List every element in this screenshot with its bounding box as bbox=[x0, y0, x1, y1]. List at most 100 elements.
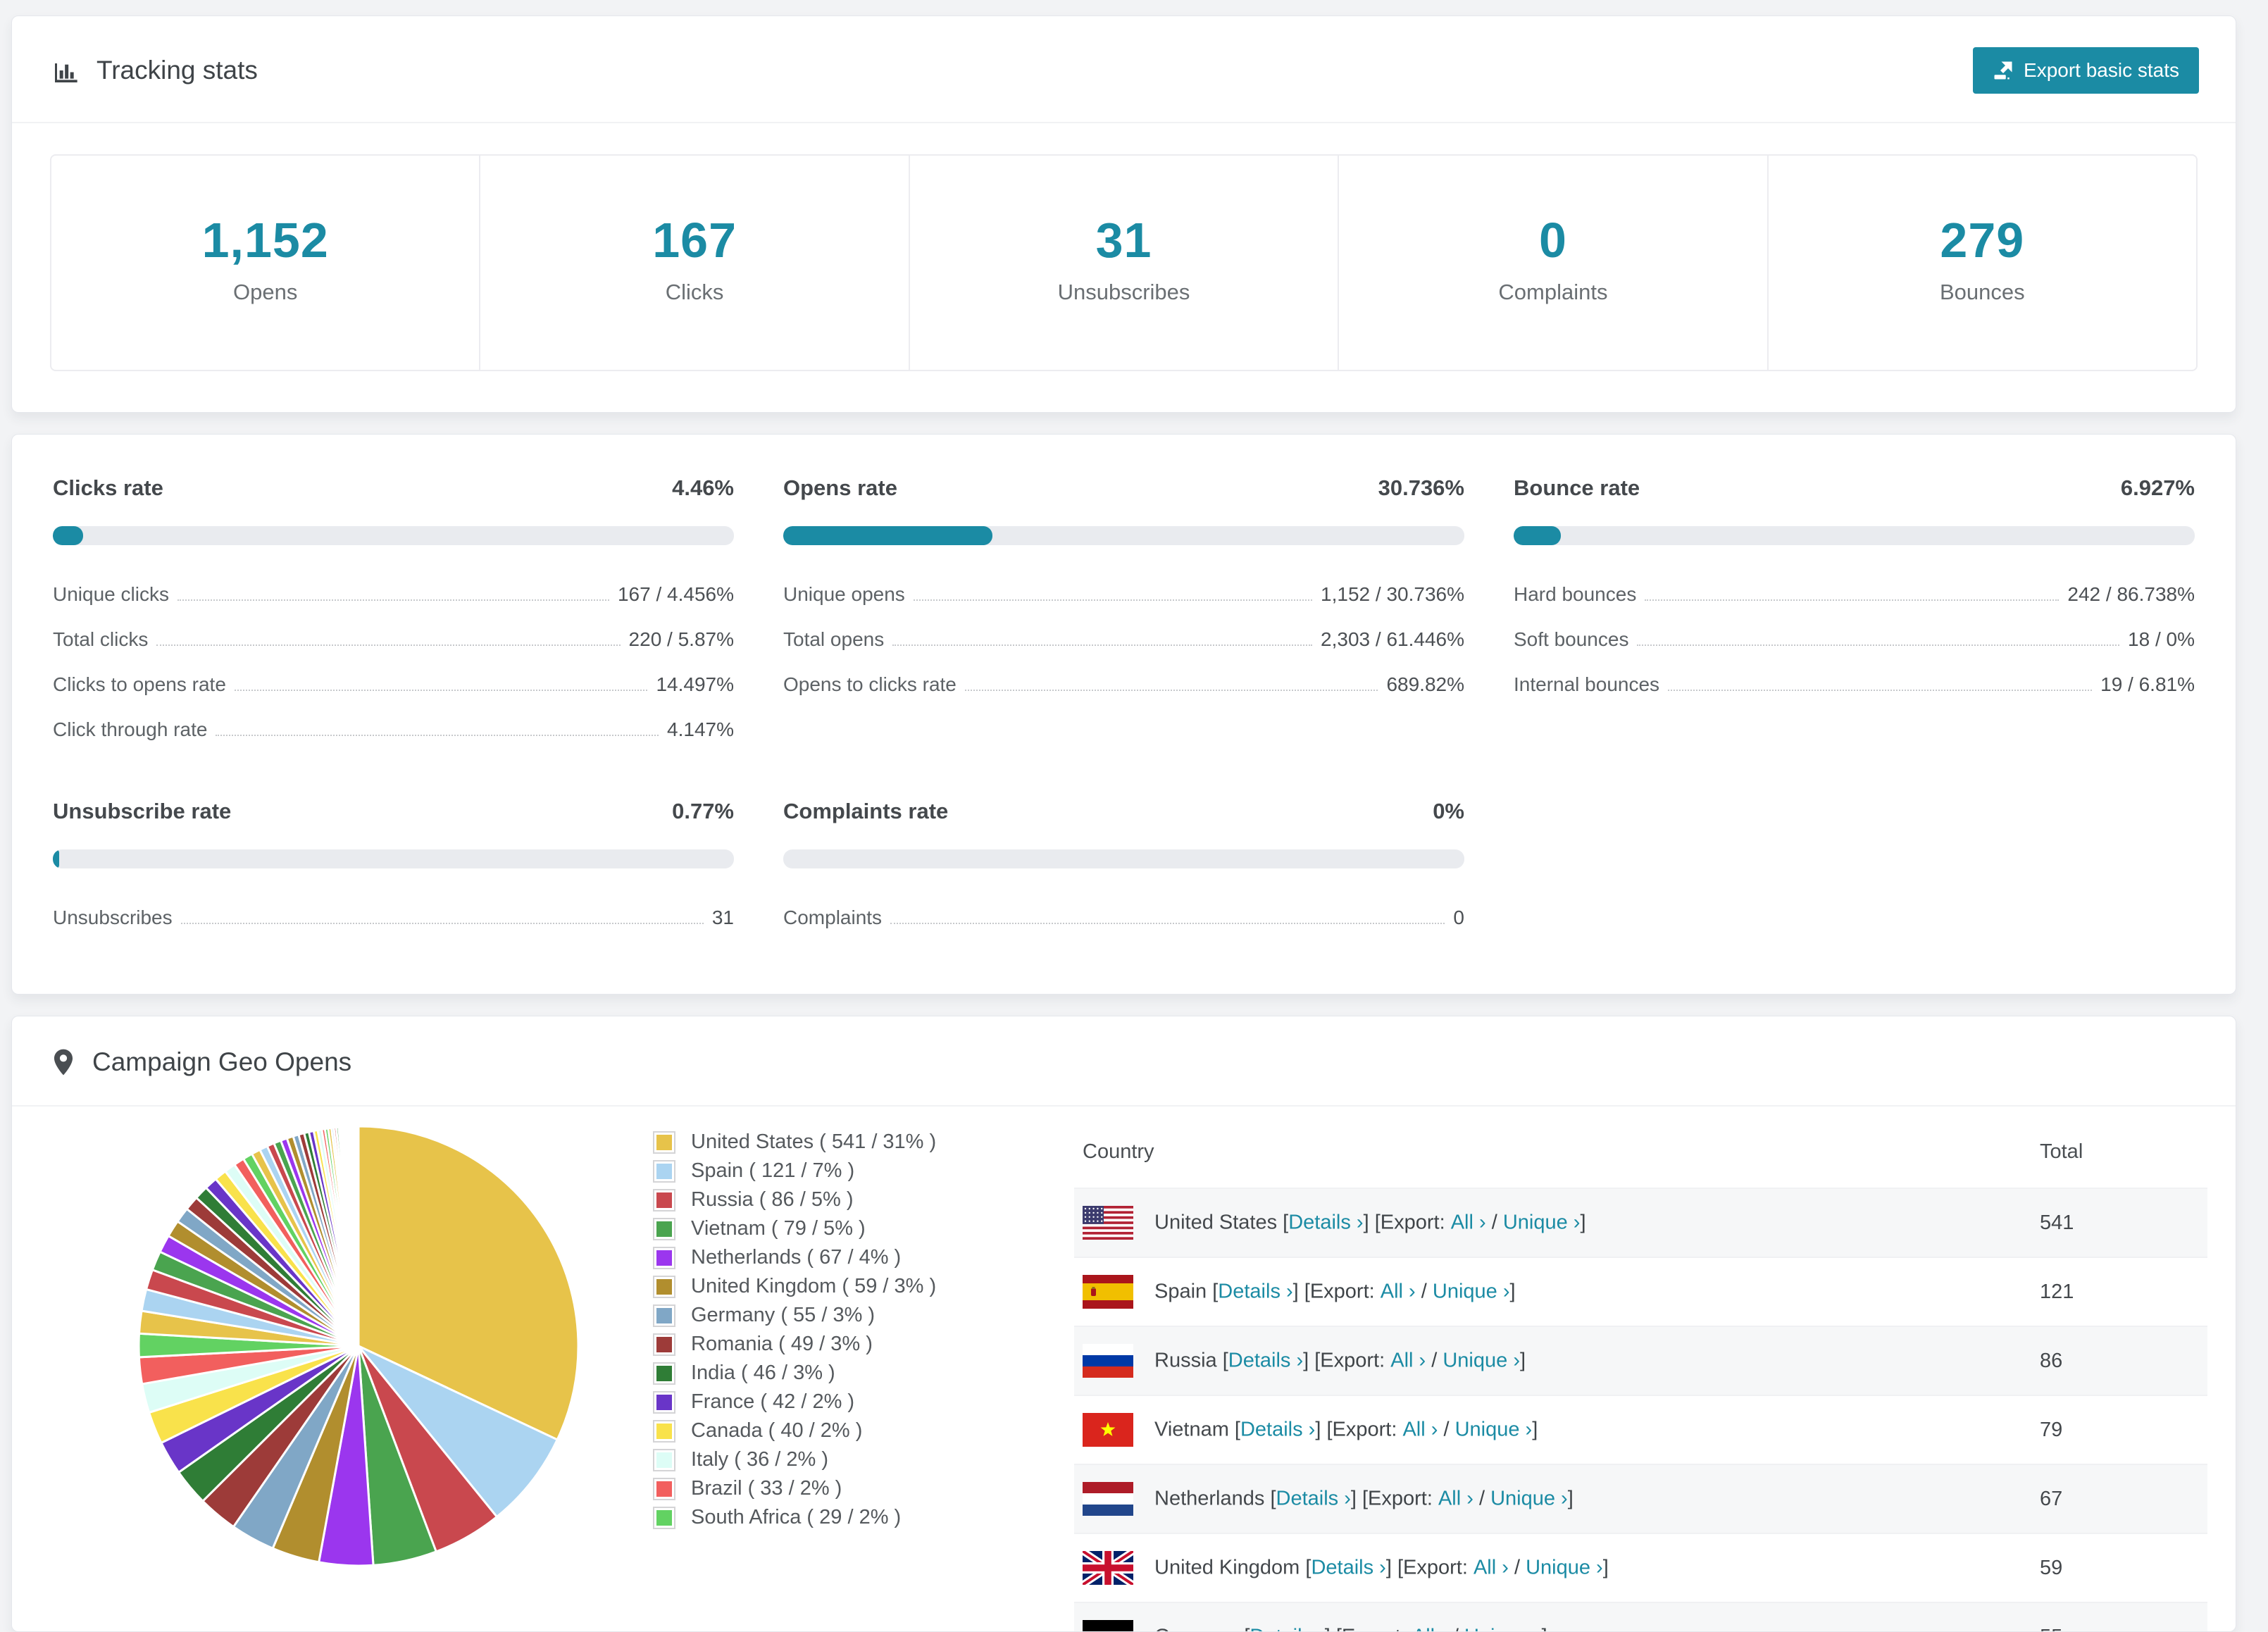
geo-title: Campaign Geo Opens bbox=[51, 1047, 351, 1077]
bracket: ] [Export: bbox=[1293, 1281, 1381, 1303]
export-unique-link[interactable]: Unique › bbox=[1443, 1350, 1520, 1372]
geo-table-header-row: Country Total bbox=[1074, 1116, 2207, 1188]
tracking-stats-header: Tracking stats Export basic stats bbox=[12, 16, 2236, 123]
rate-row-value: 167 / 4.456% bbox=[618, 583, 734, 606]
rate-title: Opens rate bbox=[783, 475, 897, 501]
column-header-total: Total bbox=[2031, 1116, 2207, 1188]
country-total: 86 bbox=[2031, 1326, 2207, 1395]
legend-item: Brazil ( 33 / 2% ) bbox=[653, 1474, 1045, 1503]
legend-swatch bbox=[653, 1333, 675, 1356]
rate-row-value: 689.82% bbox=[1386, 673, 1464, 696]
rate-title: Unsubscribe rate bbox=[53, 799, 231, 824]
legend-label: South Africa ( 29 / 2% ) bbox=[691, 1506, 901, 1529]
flag-icon-gb bbox=[1083, 1551, 1133, 1585]
country-name: Spain bbox=[1154, 1281, 1212, 1303]
export-all-link[interactable]: All › bbox=[1390, 1350, 1426, 1372]
country-name: Germany bbox=[1154, 1626, 1244, 1632]
flag-icon-de bbox=[1083, 1620, 1133, 1632]
stat-label: Unsubscribes bbox=[910, 280, 1338, 305]
export-unique-link[interactable]: Unique › bbox=[1526, 1557, 1603, 1579]
page-title-text: Tracking stats bbox=[96, 56, 258, 85]
legend-item: Russia ( 86 / 5% ) bbox=[653, 1185, 1045, 1214]
rate-rows: Complaints0 bbox=[783, 895, 1464, 940]
legend-swatch bbox=[653, 1131, 675, 1154]
legend-label: United States ( 541 / 31% ) bbox=[691, 1130, 936, 1154]
export-unique-link[interactable]: Unique › bbox=[1464, 1626, 1542, 1632]
details-link[interactable]: Details › bbox=[1250, 1626, 1324, 1632]
geo-table-row-vn: Vietnam [Details ›] [Export: All › / Uni… bbox=[1074, 1395, 2207, 1464]
rate-row-value: 1,152 / 30.736% bbox=[1321, 583, 1464, 606]
rate-row: Click through rate4.147% bbox=[53, 707, 734, 752]
dotted-leader bbox=[156, 644, 620, 646]
rate-row-label: Total opens bbox=[783, 628, 884, 651]
bracket: ] [Export: bbox=[1364, 1211, 1451, 1234]
legend-swatch bbox=[653, 1391, 675, 1414]
rate-row-value: 0 bbox=[1453, 907, 1464, 929]
rate-progress-bar bbox=[783, 849, 1464, 868]
rate-block-opens-rate: Opens rate30.736%Unique opens1,152 / 30.… bbox=[783, 475, 1464, 752]
dotted-leader bbox=[235, 690, 648, 691]
legend-label: Canada ( 40 / 2% ) bbox=[691, 1419, 862, 1443]
pie-chart-svg[interactable] bbox=[133, 1121, 584, 1571]
geo-pie-chart[interactable] bbox=[133, 1121, 584, 1575]
bracket: [ bbox=[1244, 1626, 1250, 1632]
rate-row: Unique opens1,152 / 30.736% bbox=[783, 572, 1464, 617]
rate-row-label: Click through rate bbox=[53, 718, 207, 741]
export-basic-stats-button[interactable]: Export basic stats bbox=[1973, 47, 2199, 94]
rate-row-value: 31 bbox=[712, 907, 734, 929]
legend-item: Netherlands ( 67 / 4% ) bbox=[653, 1243, 1045, 1272]
legend-item: Canada ( 40 / 2% ) bbox=[653, 1416, 1045, 1445]
rate-rows: Unique opens1,152 / 30.736%Total opens2,… bbox=[783, 572, 1464, 707]
legend-label: Russia ( 86 / 5% ) bbox=[691, 1188, 853, 1211]
rate-row: Unsubscribes31 bbox=[53, 895, 734, 940]
bracket: ] bbox=[1542, 1626, 1547, 1632]
stat-cell-opens: 1,152Opens bbox=[51, 156, 479, 370]
export-all-link[interactable]: All › bbox=[1412, 1626, 1447, 1632]
details-link[interactable]: Details › bbox=[1228, 1350, 1303, 1372]
legend-swatch bbox=[653, 1478, 675, 1500]
rate-row-value: 220 / 5.87% bbox=[629, 628, 734, 651]
details-link[interactable]: Details › bbox=[1311, 1557, 1385, 1579]
rate-title: Clicks rate bbox=[53, 475, 163, 501]
rate-row: Unique clicks167 / 4.456% bbox=[53, 572, 734, 617]
slash: / bbox=[1473, 1488, 1490, 1510]
details-link[interactable]: Details › bbox=[1276, 1488, 1351, 1510]
legend-item: South Africa ( 29 / 2% ) bbox=[653, 1503, 1045, 1532]
export-all-link[interactable]: All › bbox=[1451, 1211, 1486, 1234]
rate-block-bounce-rate: Bounce rate6.927%Hard bounces242 / 86.73… bbox=[1514, 475, 2195, 752]
rate-progress-fill bbox=[53, 849, 59, 868]
export-unique-link[interactable]: Unique › bbox=[1490, 1488, 1568, 1510]
rate-title: Bounce rate bbox=[1514, 475, 1640, 501]
dotted-leader bbox=[965, 690, 1378, 691]
export-all-link[interactable]: All › bbox=[1381, 1281, 1416, 1303]
legend-label: Vietnam ( 79 / 5% ) bbox=[691, 1217, 866, 1240]
bar-chart-icon bbox=[51, 56, 80, 85]
details-link[interactable]: Details › bbox=[1288, 1211, 1363, 1234]
stat-cell-bounces: 279Bounces bbox=[1767, 156, 2196, 370]
stat-label: Complaints bbox=[1339, 280, 1767, 305]
flag-icon-ru bbox=[1083, 1344, 1133, 1378]
export-unique-link[interactable]: Unique › bbox=[1503, 1211, 1581, 1234]
export-all-link[interactable]: All › bbox=[1473, 1557, 1509, 1579]
export-unique-link[interactable]: Unique › bbox=[1455, 1419, 1533, 1441]
export-button-label: Export basic stats bbox=[2024, 59, 2179, 82]
legend-label: United Kingdom ( 59 / 3% ) bbox=[691, 1275, 936, 1298]
export-unique-link[interactable]: Unique › bbox=[1433, 1281, 1510, 1303]
rate-row-label: Clicks to opens rate bbox=[53, 673, 226, 696]
bracket: ] bbox=[1580, 1211, 1585, 1234]
rate-row: Opens to clicks rate689.82% bbox=[783, 662, 1464, 707]
country-name: United Kingdom bbox=[1154, 1557, 1305, 1579]
legend-swatch bbox=[653, 1507, 675, 1529]
legend-label: Italy ( 36 / 2% ) bbox=[691, 1448, 828, 1471]
pie-legend: United States ( 541 / 31% )Spain ( 121 /… bbox=[653, 1128, 1045, 1532]
flag-icon-us bbox=[1083, 1206, 1133, 1240]
export-all-link[interactable]: All › bbox=[1438, 1488, 1473, 1510]
rate-head: Complaints rate0% bbox=[783, 799, 1464, 824]
details-link[interactable]: Details › bbox=[1240, 1419, 1315, 1441]
geo-table-row-ru: Russia [Details ›] [Export: All › / Uniq… bbox=[1074, 1326, 2207, 1395]
export-all-link[interactable]: All › bbox=[1402, 1419, 1438, 1441]
geo-table-row-gb: United Kingdom [Details ›] [Export: All … bbox=[1074, 1533, 2207, 1602]
details-link[interactable]: Details › bbox=[1218, 1281, 1292, 1303]
stat-cell-complaints: 0Complaints bbox=[1338, 156, 1767, 370]
geo-table: Country Total United States [Details ›] … bbox=[1074, 1116, 2207, 1632]
